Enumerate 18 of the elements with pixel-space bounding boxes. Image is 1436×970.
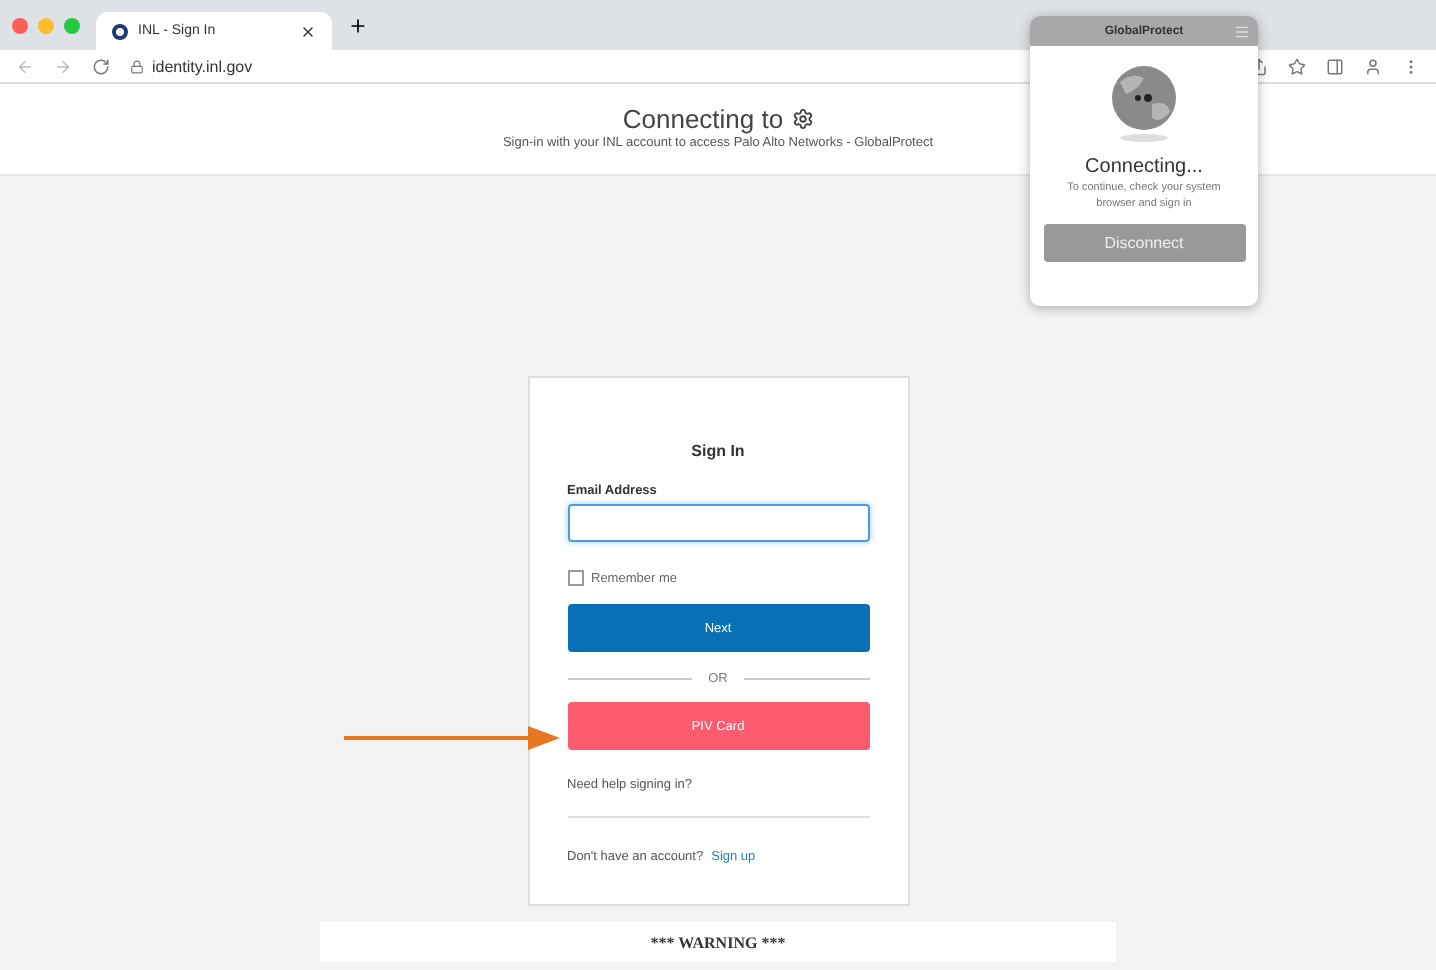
reload-icon[interactable] [92, 57, 110, 75]
address-field[interactable]: identity.inl.gov [152, 57, 253, 75]
profile-icon[interactable] [1364, 57, 1382, 75]
card-heading: Sign In [689, 442, 747, 460]
site-icon [112, 23, 128, 39]
new-tab-icon[interactable] [348, 15, 368, 35]
close-window-icon[interactable] [12, 17, 28, 33]
bookmark-icon[interactable] [1288, 57, 1306, 75]
close-icon[interactable] [300, 23, 316, 39]
email-field[interactable] [567, 504, 869, 542]
lock-icon [130, 59, 144, 73]
side-panel-icon[interactable] [1326, 57, 1344, 75]
page-title: Connecting to [622, 104, 784, 135]
arrow-icon [344, 726, 564, 750]
connection-status: Connecting... [1085, 156, 1203, 178]
globe-icon [1108, 64, 1180, 144]
warning-text: *** WARNING *** [650, 933, 786, 951]
gear-icon [791, 108, 814, 131]
